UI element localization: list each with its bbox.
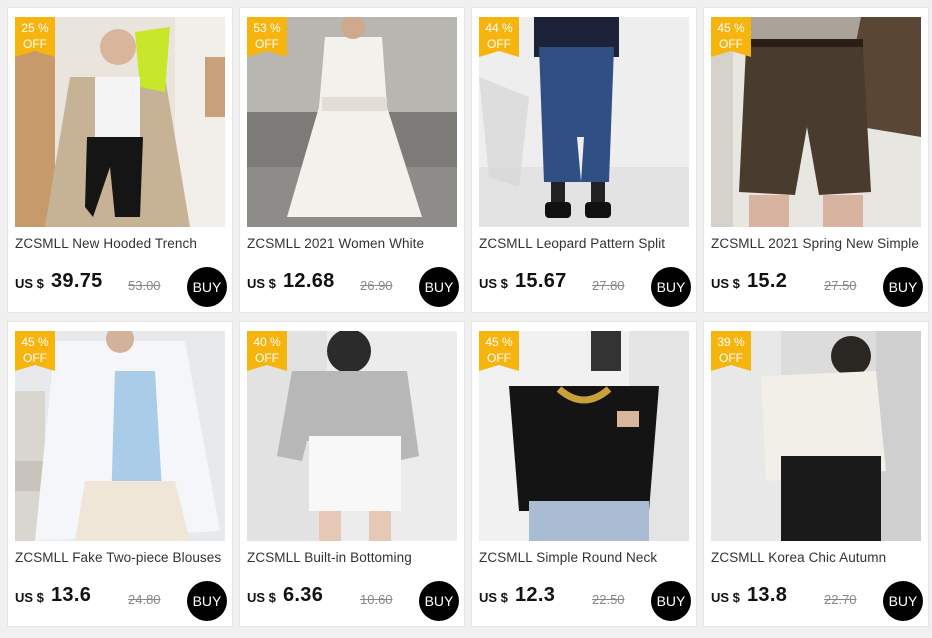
- buy-button[interactable]: BUY: [187, 267, 227, 307]
- discount-badge: 45 % OFF: [15, 331, 55, 371]
- product-title[interactable]: ZCSMLL Fake Two-piece Blouses: [15, 550, 227, 565]
- product-title[interactable]: ZCSMLL 2021 Women White: [247, 236, 459, 251]
- sale-price: 13.6: [51, 584, 92, 606]
- buy-button[interactable]: BUY: [883, 581, 923, 621]
- sale-price: 15.67: [515, 270, 567, 292]
- product-title[interactable]: ZCSMLL Simple Round Neck: [479, 550, 691, 565]
- product-card[interactable]: 53 % OFF ZCSMLL 2021 Women White US $ 12.…: [239, 7, 465, 313]
- discount-badge: 45 % OFF: [479, 331, 519, 371]
- original-price: 26.90: [360, 278, 393, 293]
- product-title[interactable]: ZCSMLL New Hooded Trench: [15, 236, 227, 251]
- price-row: US $ 15.2 27.50 BUY: [711, 266, 923, 307]
- currency-label: US $: [247, 276, 276, 291]
- original-price: 27.50: [824, 278, 857, 293]
- price-row: US $ 39.75 53.00 BUY: [15, 266, 227, 307]
- product-title[interactable]: ZCSMLL Built-in Bottoming: [247, 550, 459, 565]
- discount-badge: 25 % OFF: [15, 17, 55, 57]
- price-row: US $ 15.67 27.80 BUY: [479, 266, 691, 307]
- currency-label: US $: [711, 276, 740, 291]
- sale-price: 13.8: [747, 584, 788, 606]
- discount-badge: 39 % OFF: [711, 331, 751, 371]
- product-title[interactable]: ZCSMLL 2021 Spring New Simple: [711, 236, 923, 251]
- sale-price: 15.2: [747, 270, 788, 292]
- sale-price: 12.68: [283, 270, 335, 292]
- product-card[interactable]: 39 % OFF ZCSMLL Korea Chic Autumn US $ 13…: [703, 321, 929, 627]
- original-price: 10.60: [360, 592, 393, 607]
- buy-button[interactable]: BUY: [651, 581, 691, 621]
- sale-price: 12.3: [515, 584, 556, 606]
- price-row: US $ 12.68 26.90 BUY: [247, 266, 459, 307]
- original-price: 53.00: [128, 278, 161, 293]
- discount-badge: 40 % OFF: [247, 331, 287, 371]
- currency-label: US $: [479, 590, 508, 605]
- price-row: US $ 6.36 10.60 BUY: [247, 580, 459, 621]
- buy-button[interactable]: BUY: [187, 581, 227, 621]
- currency-label: US $: [479, 276, 508, 291]
- discount-badge: 53 % OFF: [247, 17, 287, 57]
- product-title[interactable]: ZCSMLL Korea Chic Autumn: [711, 550, 923, 565]
- buy-button[interactable]: BUY: [419, 581, 459, 621]
- product-card[interactable]: 45 % OFF ZCSMLL 2021 Spring New Simple US…: [703, 7, 929, 313]
- currency-label: US $: [15, 276, 44, 291]
- discount-badge: 45 % OFF: [711, 17, 751, 57]
- buy-button[interactable]: BUY: [651, 267, 691, 307]
- original-price: 22.50: [592, 592, 625, 607]
- product-card[interactable]: 44 % OFF ZCSMLL Leopard Pattern Split US …: [471, 7, 697, 313]
- sale-price: 6.36: [283, 584, 324, 606]
- currency-label: US $: [247, 590, 276, 605]
- original-price: 24.80: [128, 592, 161, 607]
- price-row: US $ 13.6 24.80 BUY: [15, 580, 227, 621]
- original-price: 27.80: [592, 278, 625, 293]
- buy-button[interactable]: BUY: [883, 267, 923, 307]
- currency-label: US $: [711, 590, 740, 605]
- product-card[interactable]: 40 % OFF ZCSMLL Built-in Bottoming US $ 6…: [239, 321, 465, 627]
- product-grid: 25 % OFF ZCSMLL New Hooded Trench US $ 39…: [0, 0, 932, 638]
- price-row: US $ 12.3 22.50 BUY: [479, 580, 691, 621]
- sale-price: 39.75: [51, 270, 103, 292]
- product-title[interactable]: ZCSMLL Leopard Pattern Split: [479, 236, 691, 251]
- product-card[interactable]: 45 % OFF ZCSMLL Fake Two-piece Blouses US…: [7, 321, 233, 627]
- currency-label: US $: [15, 590, 44, 605]
- discount-badge: 44 % OFF: [479, 17, 519, 57]
- product-card[interactable]: 45 % OFF ZCSMLL Simple Round Neck US $ 12…: [471, 321, 697, 627]
- original-price: 22.70: [824, 592, 857, 607]
- product-card[interactable]: 25 % OFF ZCSMLL New Hooded Trench US $ 39…: [7, 7, 233, 313]
- price-row: US $ 13.8 22.70 BUY: [711, 580, 923, 621]
- buy-button[interactable]: BUY: [419, 267, 459, 307]
